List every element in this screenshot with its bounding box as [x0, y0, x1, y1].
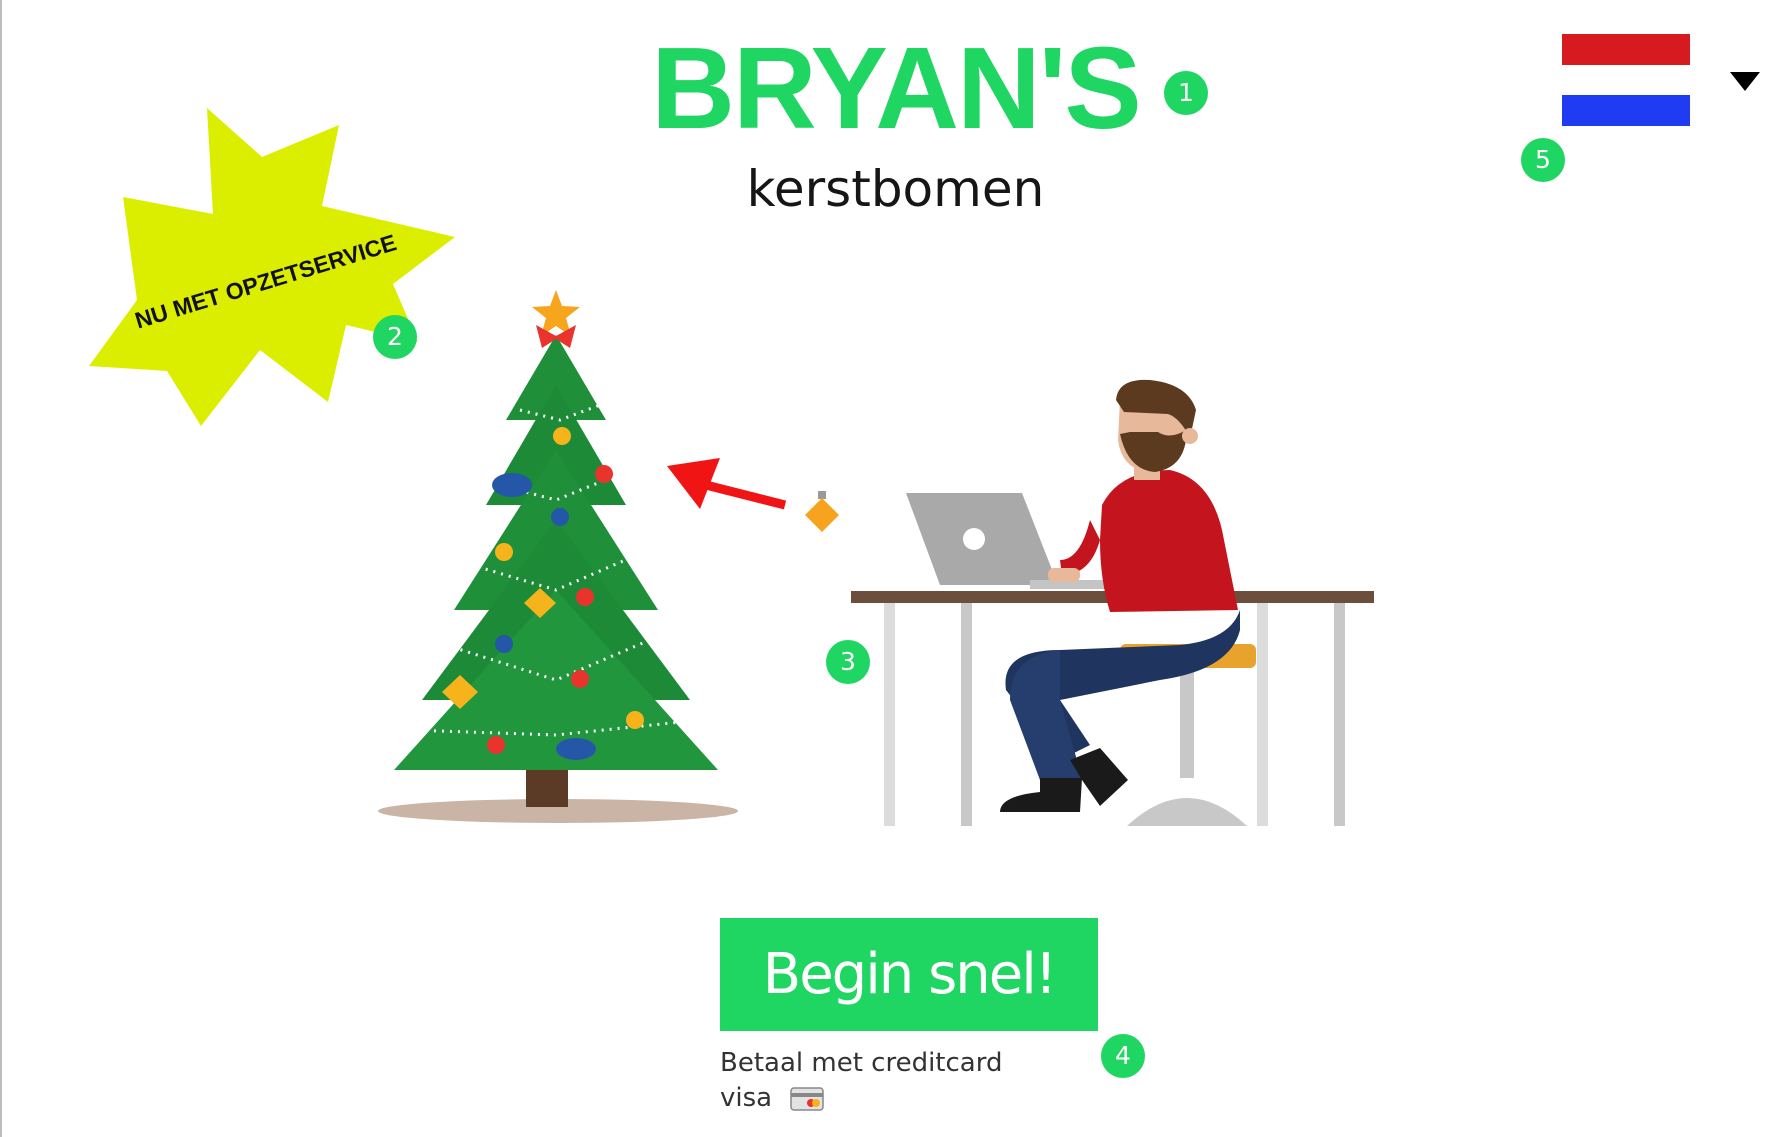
- payment-card-line: visa: [720, 1083, 825, 1113]
- credit-card-icon: [790, 1086, 825, 1111]
- flag-blue-band: [1562, 95, 1690, 126]
- begin-snel-button[interactable]: Begin snel!: [720, 918, 1098, 1031]
- laptop-icon: [906, 493, 1120, 589]
- stool-icon: [1120, 644, 1256, 826]
- annotation-marker-2: 2: [373, 315, 417, 359]
- netherlands-flag-icon[interactable]: [1562, 34, 1690, 126]
- payment-card-type: visa: [720, 1083, 773, 1113]
- man-at-laptop-icon: [1000, 379, 1240, 812]
- promo-starburst-shape: [89, 108, 455, 426]
- annotation-marker-1: 1: [1164, 71, 1208, 115]
- caret-down-icon[interactable]: [1730, 72, 1760, 91]
- christmas-tree-icon: [378, 290, 738, 823]
- brand-title: BRYAN'S: [651, 23, 1141, 153]
- promo-badge-text: NU MET OPZETSERVICE: [132, 229, 400, 333]
- annotation-marker-4: 4: [1101, 1034, 1145, 1078]
- annotation-marker-3: 3: [826, 640, 870, 684]
- flag-white-band: [1562, 65, 1690, 95]
- ornament-icon: [805, 491, 839, 532]
- annotation-marker-5: 5: [1521, 138, 1565, 182]
- flag-red-band: [1562, 34, 1690, 65]
- language-selector[interactable]: [1562, 34, 1762, 134]
- desk-icon: [851, 591, 1374, 826]
- red-arrow-icon: [667, 458, 787, 510]
- payment-method-label: Betaal met creditcard: [720, 1048, 1003, 1078]
